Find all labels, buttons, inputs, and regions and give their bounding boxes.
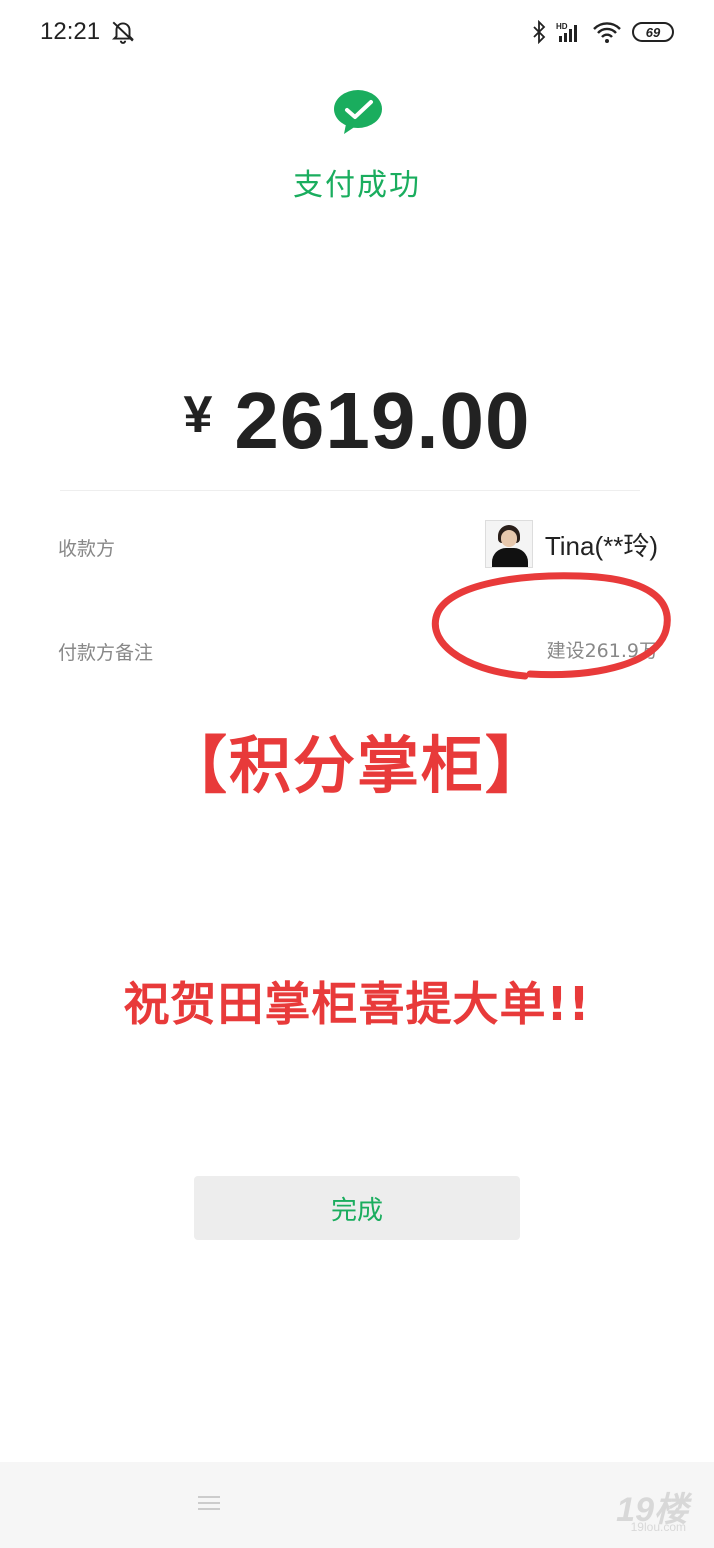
payee-info: Tina(**玲) [484, 520, 658, 568]
signal-icon: HD [556, 22, 577, 42]
divider [60, 490, 640, 491]
payer-note-label: 付款方备注 [58, 642, 154, 664]
battery-indicator: 69 [632, 22, 674, 42]
status-indicators: HD 69 [532, 18, 674, 46]
bell-muted-icon [111, 21, 135, 44]
amount-value: 2619.00 [234, 376, 531, 465]
payment-status-title: 支付成功 [293, 168, 421, 203]
status-time: 12:21 [40, 18, 101, 45]
menu-icon[interactable] [198, 1496, 220, 1512]
promo-congrats-message: 祝贺田掌柜喜提大单!! [123, 977, 591, 1031]
wifi-icon [593, 22, 621, 43]
bottom-nav-bar: 19楼 19lou.com [0, 1462, 714, 1548]
watermark-url: 19lou.com [630, 1520, 686, 1534]
currency-symbol: ¥ [183, 386, 213, 444]
network-type-label: HD [556, 22, 568, 31]
payment-amount: ¥2619.00 [0, 375, 714, 467]
payee-name: Tina(**玲) [544, 530, 658, 561]
status-bar: 12:21 HD 69 [0, 0, 714, 64]
bluetooth-icon [533, 20, 546, 44]
done-button[interactable]: 完成 [194, 1176, 520, 1240]
payee-avatar [484, 520, 533, 568]
payee-label: 收款方 [58, 538, 116, 560]
promo-brand-banner: 【积分掌柜】 [164, 729, 549, 802]
wechat-pay-success-icon [334, 90, 382, 134]
red-circle-annotation [431, 572, 671, 680]
